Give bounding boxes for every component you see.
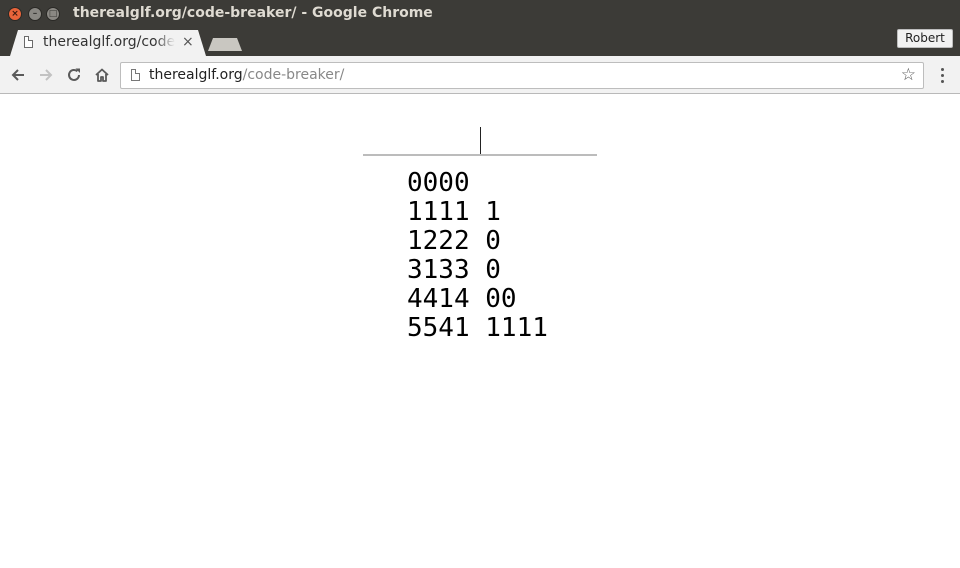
- guess-feedback: 0: [485, 255, 501, 285]
- url-path: /code-breaker/: [242, 67, 345, 83]
- window-minimize-button[interactable]: –: [28, 7, 42, 21]
- browser-toolbar: therealglf.org/code-breaker/ ☆: [0, 56, 960, 94]
- window-title: therealglf.org/code-breaker/ - Google Ch…: [73, 5, 433, 21]
- close-icon: ×: [11, 8, 19, 19]
- window-titlebar: × – □ therealglf.org/code-breaker/ - Goo…: [0, 0, 960, 29]
- guess-feedback: 0: [485, 226, 501, 256]
- tab-title: therealglf.org/code-breaker/: [43, 34, 175, 50]
- home-icon: [95, 68, 109, 82]
- new-tab-button[interactable]: [208, 38, 242, 51]
- guess-feedback: 1111: [485, 313, 548, 343]
- maximize-icon: □: [48, 8, 58, 19]
- profile-button[interactable]: Robert: [897, 29, 953, 48]
- guess-code: 5541: [407, 313, 470, 343]
- url-host: therealglf.org: [149, 67, 243, 83]
- window-maximize-button[interactable]: □: [46, 7, 60, 21]
- page-icon: [24, 36, 33, 48]
- reload-button[interactable]: [63, 64, 85, 86]
- reload-icon: [68, 68, 80, 81]
- forward-button[interactable]: [35, 64, 57, 86]
- guess-code: 1222: [407, 226, 470, 256]
- guess-history: 0000 1111 1 1222 0 3133 0 4414 00 5541 1111: [407, 169, 548, 343]
- more-vert-icon[interactable]: [934, 65, 950, 85]
- guess-feedback: 00: [485, 284, 517, 314]
- home-button[interactable]: [91, 64, 113, 86]
- guess-row: 4414 00: [407, 285, 548, 314]
- guess-row: 1222 0: [407, 227, 548, 256]
- guess-row: 5541 1111: [407, 314, 548, 343]
- page-icon: [131, 69, 140, 81]
- tab-code-breaker[interactable]: therealglf.org/code-breaker/ ×: [10, 30, 206, 56]
- guess-feedback: 1: [485, 197, 501, 227]
- text-caret: [480, 127, 481, 154]
- url-text[interactable]: therealglf.org/code-breaker/: [149, 67, 344, 83]
- tab-close-icon[interactable]: ×: [182, 34, 194, 51]
- guess-row: 0000: [407, 169, 548, 198]
- tab-strip: therealglf.org/code-breaker/ ×: [0, 29, 960, 56]
- guess-code: 3133: [407, 255, 470, 285]
- address-bar[interactable]: therealglf.org/code-breaker/ ☆: [120, 62, 924, 89]
- forward-arrow-icon: [40, 69, 53, 81]
- back-button[interactable]: [7, 64, 29, 86]
- guess-row: 3133 0: [407, 256, 548, 285]
- guess-row: 1111 1: [407, 198, 548, 227]
- guess-code: 0000: [407, 168, 470, 198]
- star-icon[interactable]: ☆: [901, 64, 916, 86]
- minimize-icon: –: [32, 8, 38, 19]
- guess-code: 4414: [407, 284, 470, 314]
- window-close-button[interactable]: ×: [8, 7, 22, 21]
- back-arrow-icon: [11, 69, 24, 81]
- guess-code: 1111: [407, 197, 470, 227]
